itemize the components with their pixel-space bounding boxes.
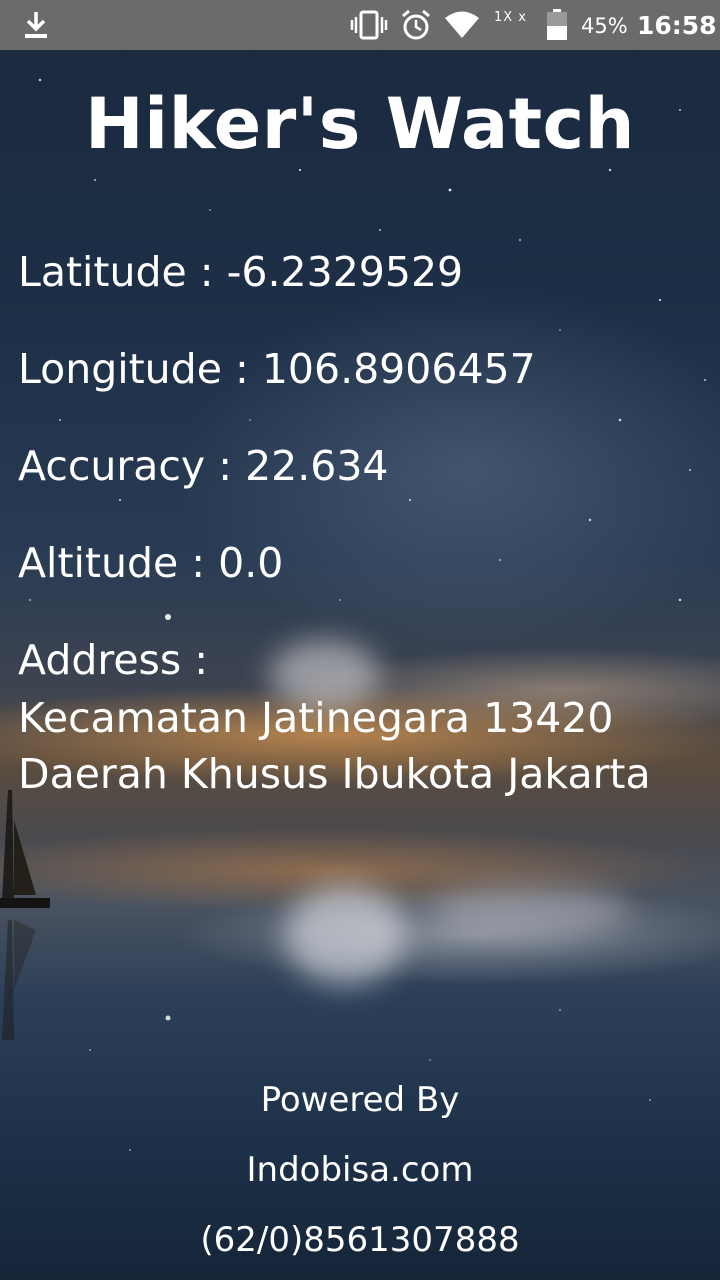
altitude-value: 0.0 bbox=[218, 539, 284, 587]
sailboat-silhouette bbox=[0, 790, 50, 1040]
altitude-row: Altitude : 0.0 bbox=[18, 535, 283, 591]
accuracy-label: Accuracy : bbox=[18, 442, 246, 490]
address-line-2: Daerah Khusus Ibukota Jakarta bbox=[18, 750, 651, 798]
battery-icon bbox=[546, 0, 568, 50]
longitude-row: Longitude : 106.8906457 bbox=[18, 341, 536, 397]
longitude-label: Longitude : bbox=[18, 345, 262, 393]
status-bar: 1X x 45% 16:58 bbox=[0, 0, 720, 50]
altitude-label: Altitude : bbox=[18, 539, 219, 587]
download-icon bbox=[22, 0, 50, 50]
cloud-reflection-decoration bbox=[285, 885, 405, 985]
latitude-label: Latitude : bbox=[18, 248, 227, 296]
company-phone: (62/0)8561307888 bbox=[200, 1220, 520, 1260]
powered-by-label: Powered By bbox=[260, 1080, 460, 1120]
app-title: Hiker's Watch bbox=[85, 83, 635, 165]
address-label: Address : bbox=[18, 636, 209, 684]
latitude-value: -6.2329529 bbox=[226, 248, 464, 296]
address-line-1: Kecamatan Jatinegara 13420 bbox=[18, 694, 614, 742]
longitude-value: 106.8906457 bbox=[261, 345, 536, 393]
accuracy-row: Accuracy : 22.634 bbox=[18, 438, 389, 494]
latitude-row: Latitude : -6.2329529 bbox=[18, 244, 463, 300]
cloud-reflection-decoration bbox=[430, 885, 630, 935]
clock-time: 16:58 bbox=[637, 11, 717, 40]
vibrate-icon bbox=[350, 0, 388, 50]
battery-percent: 45% bbox=[581, 14, 628, 38]
data-speed-indicator: 1X x bbox=[494, 10, 528, 25]
alarm-icon bbox=[400, 0, 432, 50]
accuracy-value: 22.634 bbox=[245, 442, 389, 490]
company-name: Indobisa.com bbox=[246, 1150, 474, 1190]
wifi-icon bbox=[444, 0, 480, 50]
